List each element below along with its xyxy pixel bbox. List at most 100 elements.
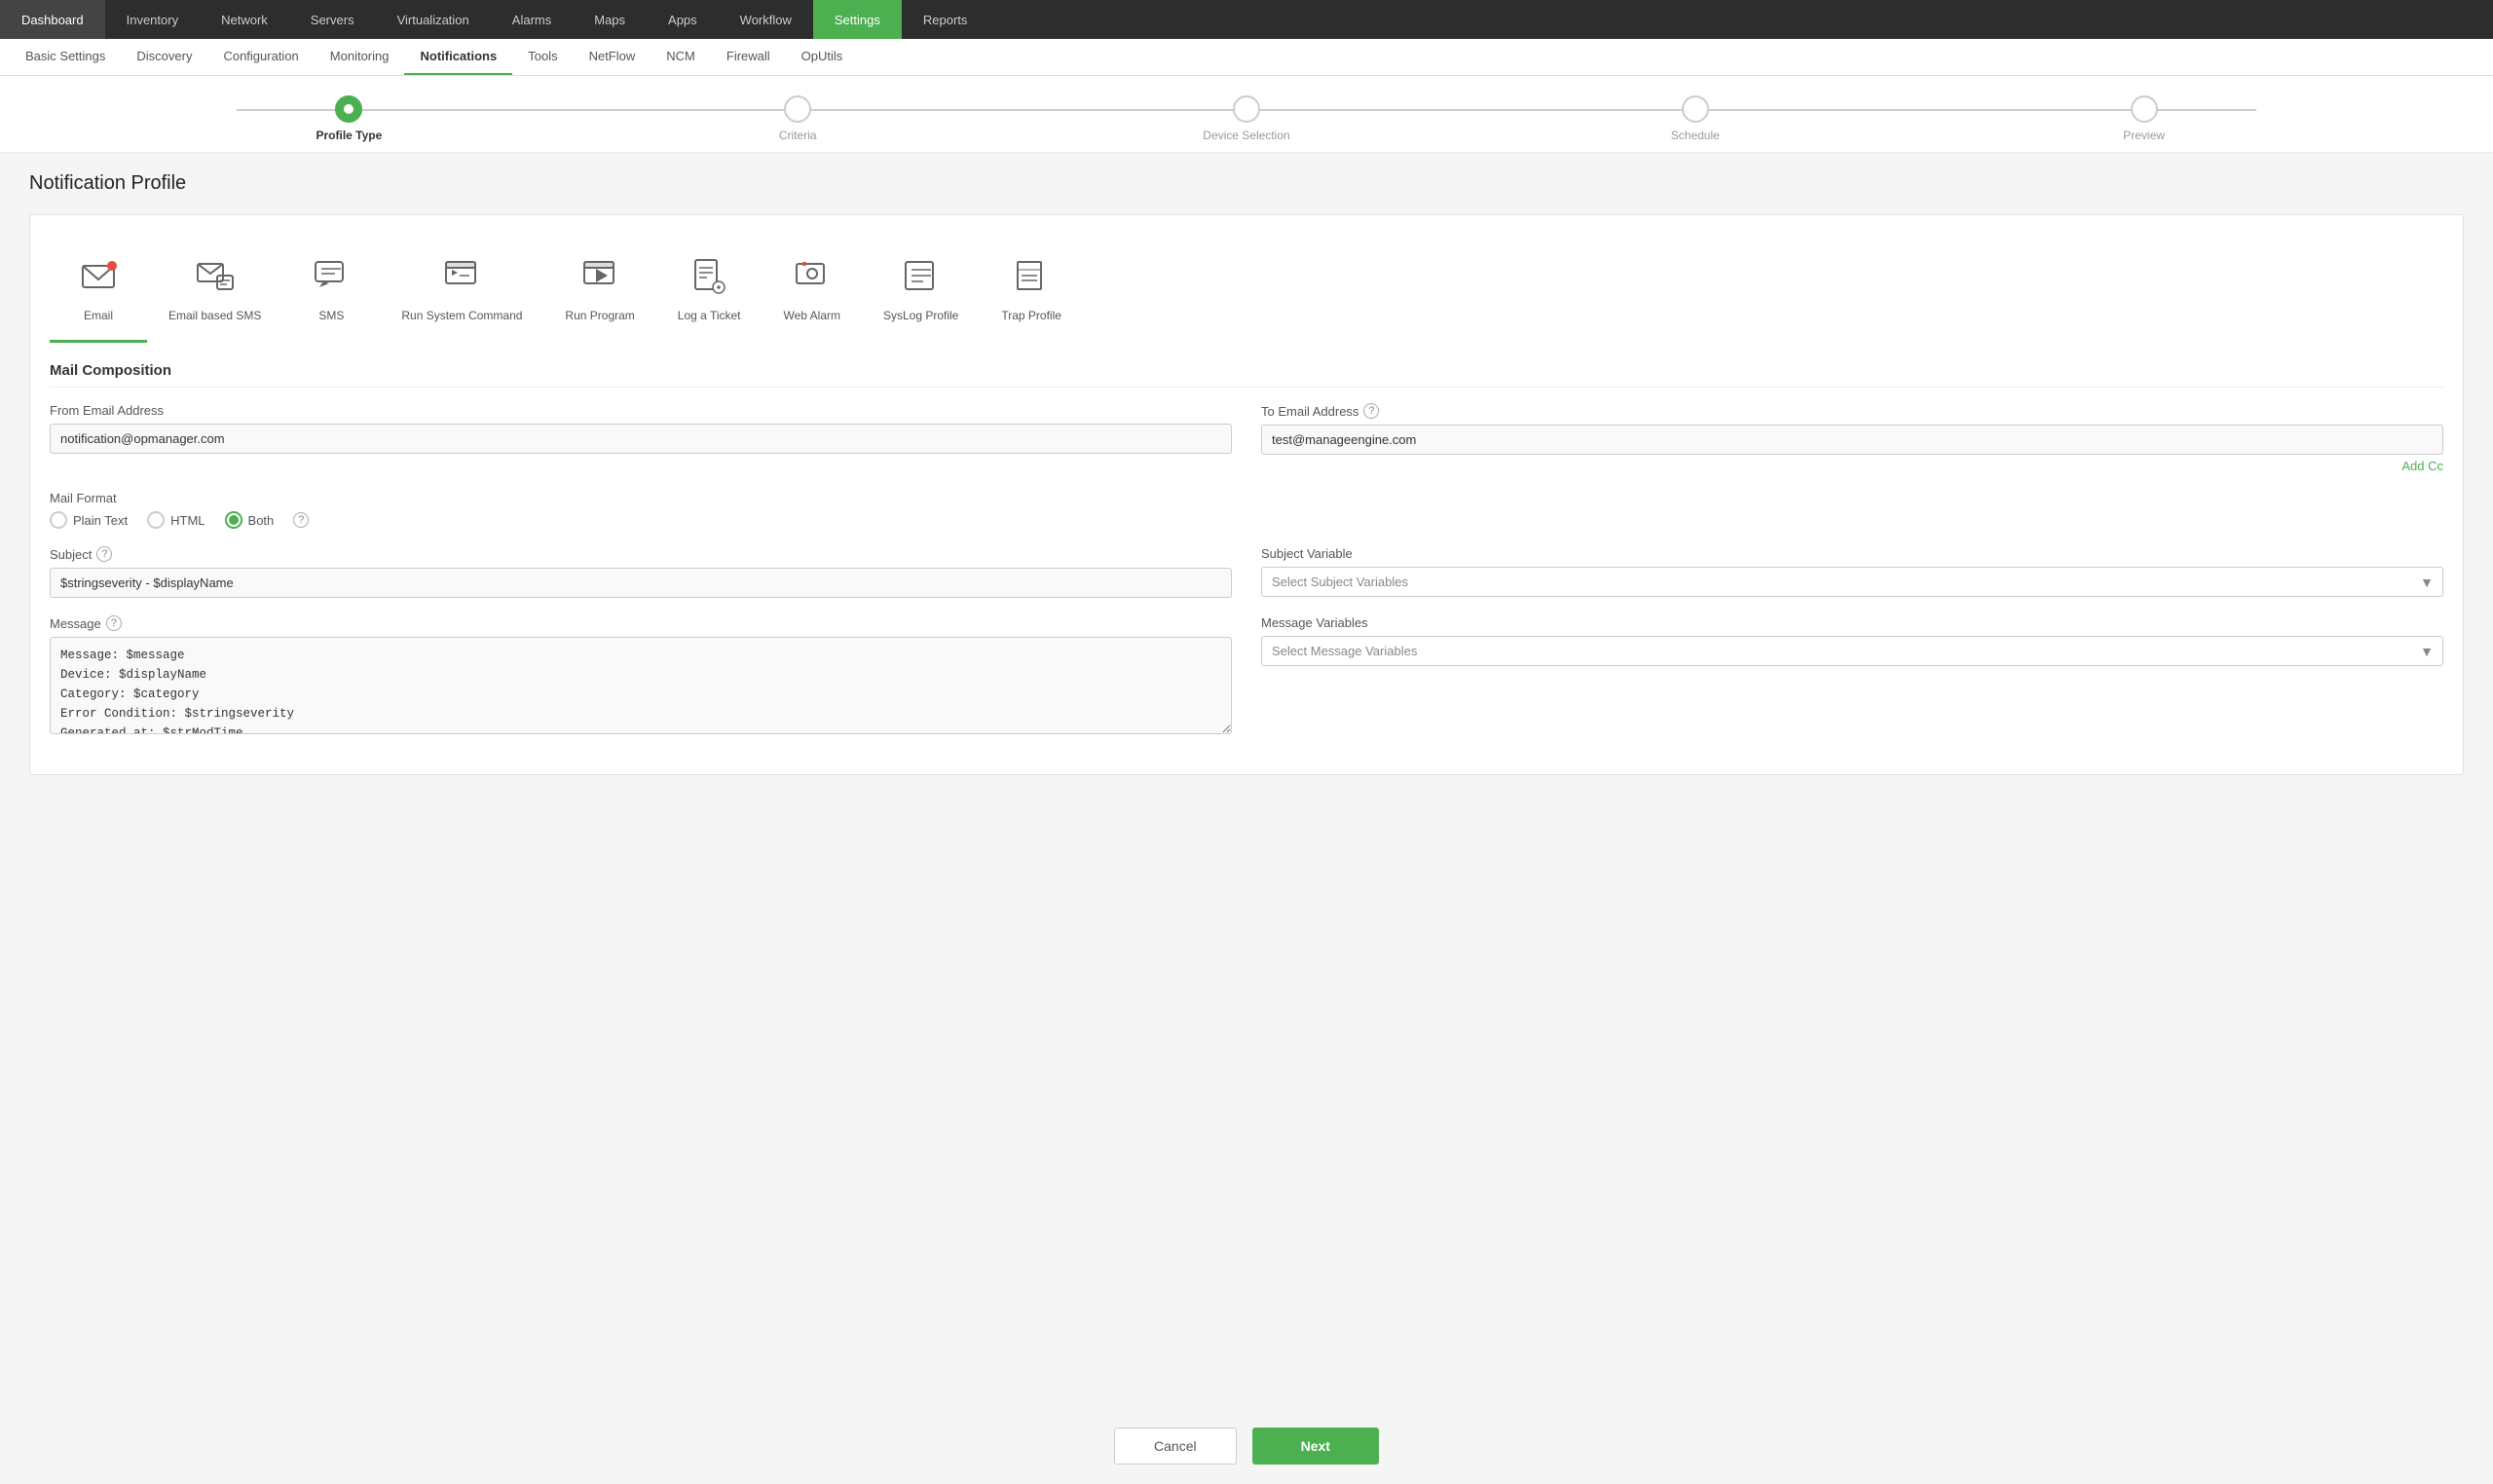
subject-label: Subject ? <box>50 546 1232 562</box>
profile-type-label-2: SMS <box>318 309 344 322</box>
message-variable-label: Message Variables <box>1261 615 2443 630</box>
subject-input[interactable] <box>50 568 1232 598</box>
sub-nav-item-notifications[interactable]: Notifications <box>404 39 512 75</box>
profile-type-label-0: Email <box>84 309 113 322</box>
profile-type-label-6: Web Alarm <box>784 309 840 322</box>
subject-help-icon[interactable]: ? <box>96 546 112 562</box>
radio-plain-text-label: Plain Text <box>73 513 128 528</box>
message-help-icon[interactable]: ? <box>106 615 122 631</box>
to-email-label: To Email Address ? <box>1261 403 2443 419</box>
progress-step-0: Profile Type <box>125 95 574 142</box>
message-label: Message ? <box>50 615 1232 631</box>
run-system-command-icon <box>438 252 485 299</box>
top-nav: DashboardInventoryNetworkServersVirtuali… <box>0 0 2493 39</box>
top-nav-item-dashboard[interactable]: Dashboard <box>0 0 105 39</box>
progress-step-circle-3 <box>1682 95 1709 123</box>
profile-type-label-4: Run Program <box>565 309 634 322</box>
subject-variable-select[interactable]: Select Subject Variables <box>1261 567 2443 597</box>
email-icon <box>75 252 122 299</box>
sub-nav-item-oputils[interactable]: OpUtils <box>786 39 859 75</box>
log-a-ticket-icon <box>686 252 732 299</box>
radio-plain-text-circle <box>50 511 67 529</box>
top-nav-item-settings[interactable]: Settings <box>813 0 902 39</box>
profile-type-syslog-profile[interactable]: SysLog Profile <box>862 235 980 343</box>
radio-both-circle <box>225 511 242 529</box>
sub-nav-item-ncm[interactable]: NCM <box>651 39 711 75</box>
next-button[interactable]: Next <box>1252 1428 1379 1465</box>
profile-type-log-a-ticket[interactable]: Log a Ticket <box>656 235 763 343</box>
progress-step-circle-1 <box>784 95 811 123</box>
profile-type-email[interactable]: Email <box>50 235 147 343</box>
sub-nav-item-basic-settings[interactable]: Basic Settings <box>10 39 121 75</box>
sub-nav-item-configuration[interactable]: Configuration <box>207 39 314 75</box>
top-nav-item-maps[interactable]: Maps <box>573 0 647 39</box>
progress-step-label-3: Schedule <box>1671 129 1720 142</box>
message-row: Message ? Message: $message Device: $dis… <box>50 615 2443 737</box>
progress-bar-container: Profile Type Criteria Device Selection Sche… <box>0 76 2493 153</box>
cancel-button[interactable]: Cancel <box>1114 1428 1237 1465</box>
email-row: From Email Address To Email Address ? Ad… <box>50 403 2443 473</box>
subject-variable-label: Subject Variable <box>1261 546 2443 561</box>
progress-step-label-1: Criteria <box>779 129 817 142</box>
message-variable-select-wrapper: Select Message Variables ▼ <box>1261 636 2443 666</box>
placeholder-group <box>1261 491 2443 529</box>
progress-step-label-0: Profile Type <box>316 129 383 142</box>
subject-variable-group: Subject Variable Select Subject Variable… <box>1261 546 2443 598</box>
profile-type-label-5: Log a Ticket <box>678 309 741 322</box>
sub-nav-item-monitoring[interactable]: Monitoring <box>315 39 405 75</box>
sms-icon <box>308 252 354 299</box>
message-variable-select[interactable]: Select Message Variables <box>1261 636 2443 666</box>
radio-both-label: Both <box>248 513 275 528</box>
top-nav-item-alarms[interactable]: Alarms <box>491 0 573 39</box>
main-content: Notification Profile Email Email based S… <box>0 153 2493 1408</box>
profile-type-label-8: Trap Profile <box>1001 309 1061 322</box>
progress-step-label-2: Device Selection <box>1203 129 1289 142</box>
message-textarea[interactable]: Message: $message Device: $displayName C… <box>50 637 1232 734</box>
sub-nav-item-firewall[interactable]: Firewall <box>711 39 786 75</box>
mail-format-row: Mail Format Plain Text HTML Both <box>50 491 2443 529</box>
top-nav-item-workflow[interactable]: Workflow <box>719 0 813 39</box>
message-group: Message ? Message: $message Device: $dis… <box>50 615 1232 737</box>
mail-format-help-icon[interactable]: ? <box>293 512 309 528</box>
top-nav-item-virtualization[interactable]: Virtualization <box>376 0 491 39</box>
top-nav-item-inventory[interactable]: Inventory <box>105 0 200 39</box>
add-cc-link[interactable]: Add Cc <box>1261 459 2443 473</box>
mail-format-group: Mail Format Plain Text HTML Both <box>50 491 1232 529</box>
progress-step-2: Device Selection <box>1023 95 1471 142</box>
page-title: Notification Profile <box>29 172 2464 195</box>
email-based-sms-icon <box>192 252 239 299</box>
profile-card: Email Email based SMS SMS Run System Com… <box>29 214 2464 775</box>
to-email-input[interactable] <box>1261 425 2443 455</box>
web-alarm-icon <box>789 252 836 299</box>
progress-step-3: Schedule <box>1470 95 1919 142</box>
radio-both[interactable]: Both <box>225 511 275 529</box>
profile-type-email-based-sms[interactable]: Email based SMS <box>147 235 282 343</box>
sub-nav-item-discovery[interactable]: Discovery <box>121 39 207 75</box>
top-nav-item-apps[interactable]: Apps <box>647 0 719 39</box>
radio-html[interactable]: HTML <box>147 511 205 529</box>
footer-bar: Cancel Next <box>0 1408 2493 1484</box>
message-variable-group: Message Variables Select Message Variabl… <box>1261 615 2443 737</box>
sub-nav-item-tools[interactable]: Tools <box>512 39 573 75</box>
top-nav-item-reports[interactable]: Reports <box>902 0 989 39</box>
to-email-group: To Email Address ? Add Cc <box>1261 403 2443 473</box>
radio-plain-text[interactable]: Plain Text <box>50 511 128 529</box>
profile-type-label-1: Email based SMS <box>168 309 261 322</box>
progress-step-circle-0 <box>335 95 362 123</box>
profile-type-run-system-command[interactable]: Run System Command <box>380 235 543 343</box>
top-nav-item-network[interactable]: Network <box>200 0 289 39</box>
run-program-icon <box>577 252 623 299</box>
profile-type-trap-profile[interactable]: Trap Profile <box>980 235 1083 343</box>
subject-variable-select-wrapper: Select Subject Variables ▼ <box>1261 567 2443 597</box>
profile-types-row: Email Email based SMS SMS Run System Com… <box>50 235 2443 343</box>
progress-step-circle-4 <box>2131 95 2158 123</box>
sub-nav-item-netflow[interactable]: NetFlow <box>574 39 651 75</box>
from-email-input[interactable] <box>50 424 1232 454</box>
mail-composition-section: Mail Composition From Email Address To E… <box>50 362 2443 737</box>
progress-step-4: Preview <box>1919 95 2368 142</box>
profile-type-web-alarm[interactable]: Web Alarm <box>763 235 862 343</box>
profile-type-run-program[interactable]: Run Program <box>543 235 655 343</box>
top-nav-item-servers[interactable]: Servers <box>289 0 376 39</box>
profile-type-sms[interactable]: SMS <box>282 235 380 343</box>
to-email-help-icon[interactable]: ? <box>1363 403 1379 419</box>
